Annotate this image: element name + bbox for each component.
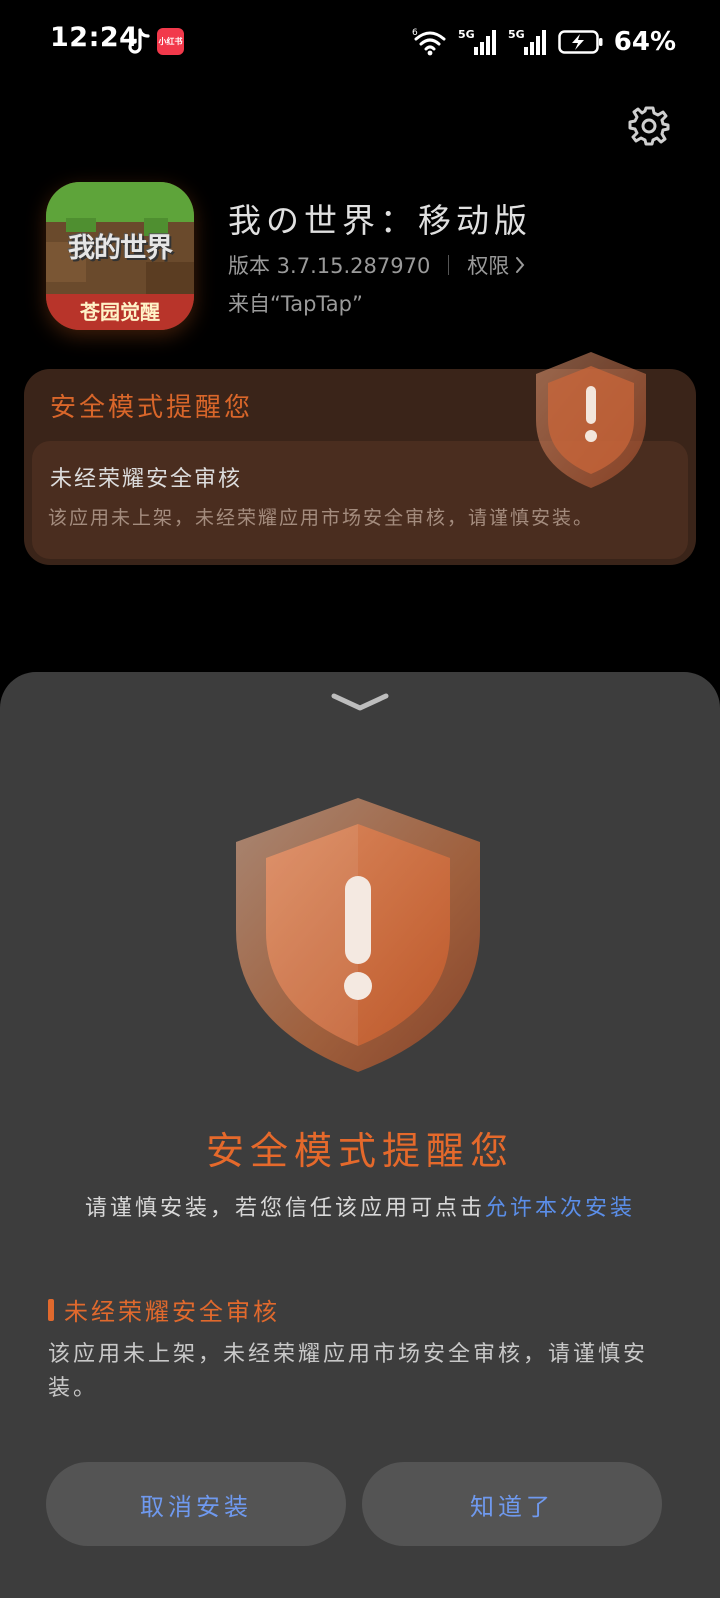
- sheet-description: 请谨慎安装，若您信任该应用可点击允许本次安装: [0, 1190, 720, 1222]
- app-icon-grass: [46, 182, 194, 222]
- battery-percent: 64%: [613, 27, 676, 57]
- warning-card-text: 该应用未上架，未经荣耀应用市场安全审核，请谨慎安装。: [48, 507, 595, 529]
- wifi-sub-label: 6: [412, 28, 418, 38]
- shield-warning-large-icon: [236, 798, 480, 1072]
- net-label-2: 5G: [508, 28, 525, 41]
- status-bar: 12:24 小红书 6 5G 5G 64%: [0, 0, 720, 84]
- app-icon-logo-text: 我的世界: [68, 233, 173, 264]
- xhs-icon-label: 小红书: [158, 37, 183, 46]
- app-icon-dirt: [146, 262, 194, 298]
- allow-install-link[interactable]: 允许本次安装: [485, 1196, 635, 1221]
- wifi-icon: 6: [412, 28, 446, 56]
- reason-title: 未经荣耀安全审核: [64, 1298, 280, 1326]
- sheet-description-text: 请谨慎安装，若您信任该应用可点击: [84, 1196, 485, 1221]
- reason-text: 该应用未上架，未经荣耀应用市场安全审核，请谨慎安装。: [48, 1342, 649, 1401]
- tiktok-icon: [128, 28, 150, 54]
- warning-card-subtitle: 未经荣耀安全审核: [50, 467, 243, 492]
- reason-heading: 未经荣耀安全审核: [48, 1292, 280, 1327]
- chevron-down-icon[interactable]: [330, 690, 390, 714]
- cancel-install-button[interactable]: 取消安装: [46, 1462, 346, 1546]
- app-version: 版本 3.7.15.287970: [228, 254, 431, 278]
- reason-accent-bar: [48, 1298, 54, 1321]
- app-icon: 我的世界 苍园觉醒: [46, 182, 194, 330]
- bottom-sheet: 安全模式提醒您 请谨慎安装，若您信任该应用可点击允许本次安装 未经荣耀安全审核 …: [0, 672, 720, 1598]
- signal-5g-icon-1: 5G: [458, 28, 496, 55]
- permissions-link[interactable]: 权限: [467, 250, 525, 280]
- sheet-title: 安全模式提醒您: [205, 1129, 514, 1173]
- xiaohongshu-icon: 小红书: [157, 28, 184, 55]
- status-indicators: 6 5G 5G 64%: [412, 26, 676, 58]
- meta-divider: [448, 255, 450, 275]
- chevron-right-icon: [516, 257, 525, 273]
- permissions-label: 权限: [467, 254, 510, 278]
- warning-card-title: 安全模式提醒您: [50, 393, 254, 423]
- signal-5g-icon-2: 5G: [508, 28, 546, 55]
- app-icon-sub-banner: 苍园觉醒: [46, 294, 194, 330]
- gear-icon[interactable]: [628, 104, 670, 146]
- shield-warning-icon: [536, 352, 646, 488]
- install-screen: 12:24 小红书 6 5G 5G 64% 我的世界 苍园觉醒 我の世界：移动版…: [0, 0, 720, 1598]
- app-name: 我の世界：移动版: [228, 201, 532, 240]
- acknowledge-button[interactable]: 知道了: [362, 1462, 662, 1546]
- battery-charging-icon: [558, 30, 603, 54]
- app-source: 来自“TapTap”: [228, 292, 363, 316]
- app-meta: 版本 3.7.15.287970 权限: [228, 250, 525, 280]
- net-label-1: 5G: [458, 28, 475, 41]
